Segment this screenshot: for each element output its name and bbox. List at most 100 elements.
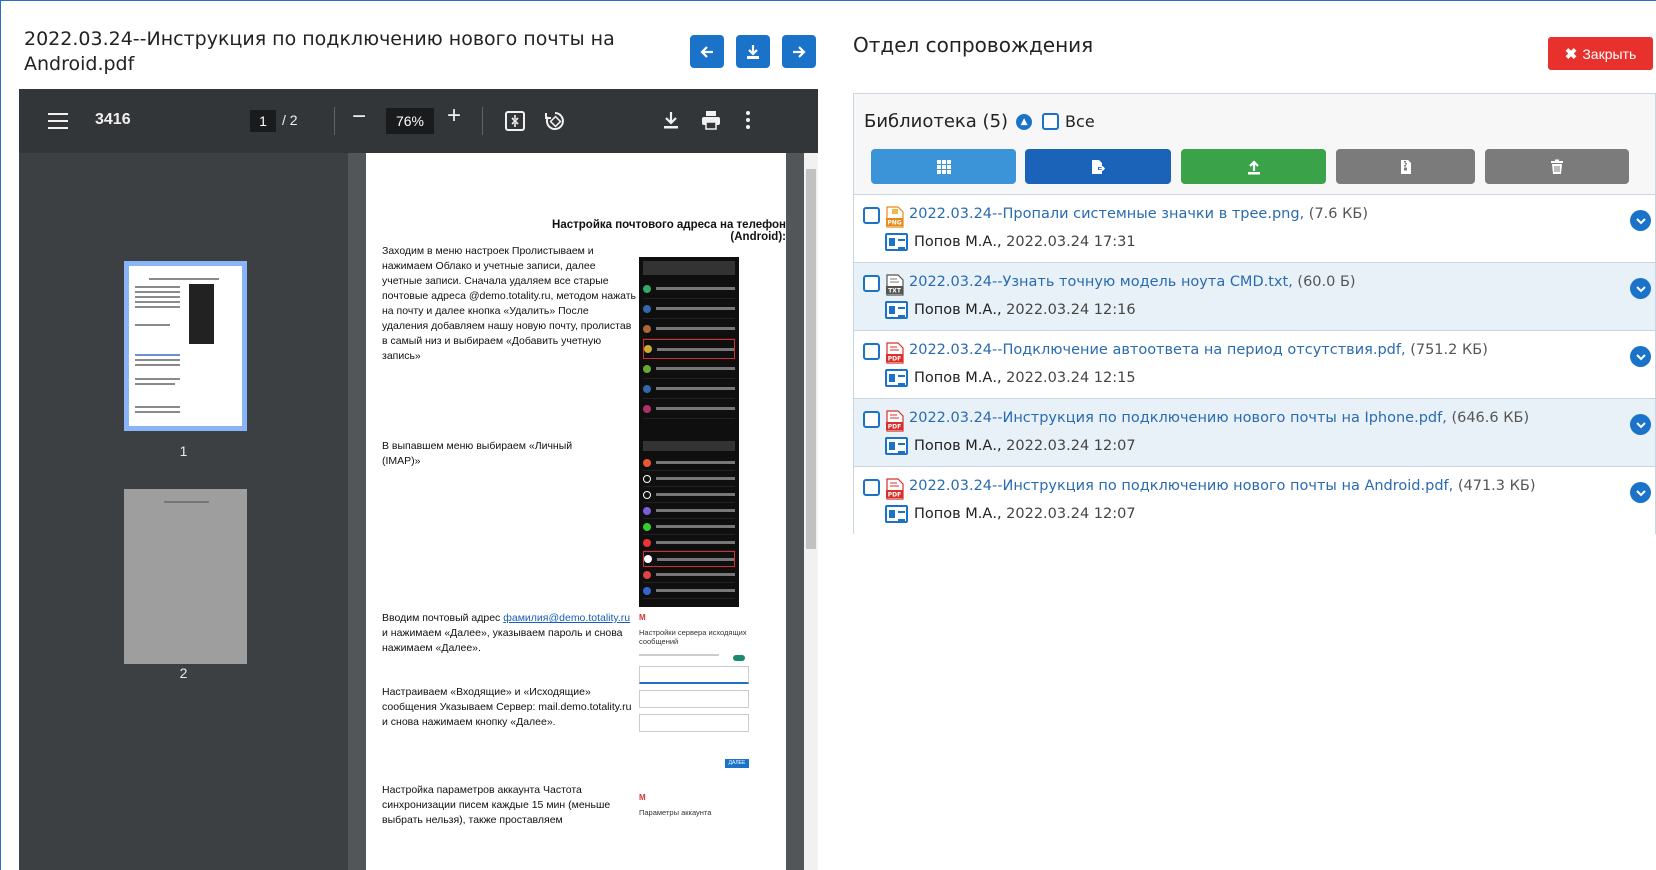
pdf-page-area: Настройка почтового адреса на телефон (A… xyxy=(348,153,818,870)
file-link[interactable]: 2022.03.24--Узнать точную модель ноута C… xyxy=(909,274,1356,290)
user-card-icon xyxy=(885,233,908,251)
thumbnail-page-1[interactable] xyxy=(124,261,247,431)
zoom-out-button[interactable]: − xyxy=(352,103,366,131)
prev-document-button[interactable] xyxy=(690,35,724,68)
pdf-doc-name: 3416 xyxy=(95,111,131,128)
user-card-icon xyxy=(885,505,908,523)
file-author: Попов М.А. xyxy=(914,302,997,318)
file-date: 2022.03.24 17:31 xyxy=(1006,234,1136,250)
file-size: (751.2 КБ) xyxy=(1410,342,1488,358)
export-button[interactable] xyxy=(1025,149,1171,184)
archive-button[interactable] xyxy=(1336,149,1475,184)
page-number-input[interactable]: 1 xyxy=(250,110,276,132)
pdf-file-icon: PDF xyxy=(886,410,904,432)
file-size: (646.6 КБ) xyxy=(1451,410,1530,426)
grid-icon xyxy=(936,159,951,174)
fit-page-icon[interactable] xyxy=(504,110,526,132)
file-date: 2022.03.24 12:16 xyxy=(1006,302,1136,318)
select-all-label: Все xyxy=(1065,112,1095,131)
expand-chevron-icon[interactable] xyxy=(1630,346,1651,367)
scroll-thumb[interactable] xyxy=(806,169,816,549)
screenshot-image: M Параметры аккаунта xyxy=(639,793,749,870)
file-checkbox[interactable] xyxy=(863,411,880,428)
thumbnail-label: 1 xyxy=(179,443,188,459)
thumbnail-page-2[interactable] xyxy=(124,489,247,664)
select-all-checkbox[interactable] xyxy=(1042,113,1060,130)
menu-icon[interactable] xyxy=(48,113,68,129)
pdf-toolbar: 3416 1 / 2 − 76% + xyxy=(19,89,818,153)
file-checkbox[interactable] xyxy=(863,275,880,292)
thumbnail-label: 2 xyxy=(179,665,188,681)
file-author: Попов М.А. xyxy=(914,370,997,386)
file-link[interactable]: 2022.03.24--Подключение автоответа на пе… xyxy=(909,342,1488,358)
file-row: PNG 2022.03.24--Пропали системные значки… xyxy=(854,194,1655,262)
print-icon[interactable] xyxy=(700,109,722,131)
pdf-download-icon[interactable] xyxy=(660,109,682,131)
svg-text:PDF: PDF xyxy=(888,424,901,431)
upload-icon xyxy=(1247,159,1260,174)
file-meta: Попов М.А., 2022.03.24 12:07 xyxy=(885,505,1136,523)
pdf-paragraph: В выпавшем меню выбираем «Личный (IMAP)» xyxy=(382,440,573,467)
png-file-icon: PNG xyxy=(886,206,904,228)
file-row: PDF 2022.03.24--Инструкция по подключени… xyxy=(854,466,1655,534)
file-checkbox[interactable] xyxy=(863,343,880,360)
file-checkbox[interactable] xyxy=(863,479,880,496)
download-icon xyxy=(747,44,759,59)
file-link[interactable]: 2022.03.24--Пропали системные значки в т… xyxy=(909,206,1368,222)
email-link[interactable]: фамилия@demo.totality.ru xyxy=(503,612,630,624)
toolbar-divider xyxy=(334,107,335,135)
zoom-level-input[interactable]: 76% xyxy=(386,108,434,134)
file-zip-icon xyxy=(1400,159,1411,174)
document-title: 2022.03.24--Инструкция по подключению но… xyxy=(24,28,615,75)
next-document-button[interactable] xyxy=(782,35,816,68)
library-header: Библиотека (5) ▲ Все xyxy=(864,111,1095,132)
file-row: PDF 2022.03.24--Инструкция по подключени… xyxy=(854,398,1655,466)
expand-chevron-icon[interactable] xyxy=(1630,278,1651,299)
library-panel: Библиотека (5) ▲ Все PNG 2022.03.24--Про… xyxy=(853,93,1656,534)
file-date: 2022.03.24 12:15 xyxy=(1006,370,1136,386)
select-all-toggle[interactable]: Все xyxy=(1042,112,1095,131)
user-card-icon xyxy=(885,301,908,319)
file-meta: Попов М.А., 2022.03.24 17:31 xyxy=(885,233,1136,251)
file-link[interactable]: 2022.03.24--Инструкция по подключению но… xyxy=(909,478,1536,494)
rotate-icon[interactable] xyxy=(544,110,566,132)
department-title: Отдел сопровождения xyxy=(853,33,1094,57)
file-link[interactable]: 2022.03.24--Инструкция по подключению но… xyxy=(909,410,1529,426)
file-list: PNG 2022.03.24--Пропали системные значки… xyxy=(854,194,1655,534)
close-button[interactable]: ✖ Закрыть xyxy=(1548,37,1653,70)
pdf-paragraph: Вводим почтовый адрес фамилия@demo.total… xyxy=(382,612,631,654)
grid-view-button[interactable] xyxy=(871,149,1016,184)
more-vert-icon[interactable] xyxy=(737,109,759,131)
screenshot-image xyxy=(639,257,739,437)
svg-text:PDF: PDF xyxy=(888,356,901,363)
upload-button[interactable] xyxy=(1181,149,1326,184)
pdf-paragraph: Настройка параметров аккаунта Частота си… xyxy=(382,784,611,826)
library-title: Библиотека (5) xyxy=(864,111,1009,132)
file-row: PDF 2022.03.24--Подключение автоответа н… xyxy=(854,330,1655,398)
pdf-paragraph: Заходим в меню настроек Пролистываем и н… xyxy=(382,245,636,362)
arrow-right-icon xyxy=(793,45,806,58)
delete-button[interactable] xyxy=(1485,149,1629,184)
expand-chevron-icon[interactable] xyxy=(1630,210,1651,231)
zoom-in-button[interactable]: + xyxy=(447,102,461,130)
expand-chevron-icon[interactable] xyxy=(1630,414,1651,435)
user-card-icon xyxy=(885,369,908,387)
file-size: (7.6 КБ) xyxy=(1308,206,1369,222)
pdf-viewer: 3416 1 / 2 − 76% + 1 2 Настройка почтово… xyxy=(19,89,818,870)
trash-icon xyxy=(1551,159,1563,174)
thumbnail-sidebar: 1 2 xyxy=(19,153,348,870)
arrow-left-icon xyxy=(700,45,713,58)
pdf-file-icon: PDF xyxy=(886,342,904,364)
screenshot-image: M Настройки сервера исходящих сообщений … xyxy=(639,613,749,778)
expand-chevron-icon[interactable] xyxy=(1630,482,1651,503)
svg-text:PNG: PNG xyxy=(887,220,901,227)
pdf-page: Настройка почтового адреса на телефон (A… xyxy=(366,153,786,870)
close-icon: ✖ xyxy=(1564,45,1578,63)
pdf-scrollbar[interactable] xyxy=(804,153,818,870)
file-meta: Попов М.А., 2022.03.24 12:07 xyxy=(885,437,1136,455)
toolbar-divider xyxy=(482,107,483,135)
file-author: Попов М.А. xyxy=(914,506,997,522)
file-checkbox[interactable] xyxy=(863,207,880,224)
collapse-chevron-icon[interactable]: ▲ xyxy=(1016,113,1033,130)
download-document-button[interactable] xyxy=(736,35,770,68)
